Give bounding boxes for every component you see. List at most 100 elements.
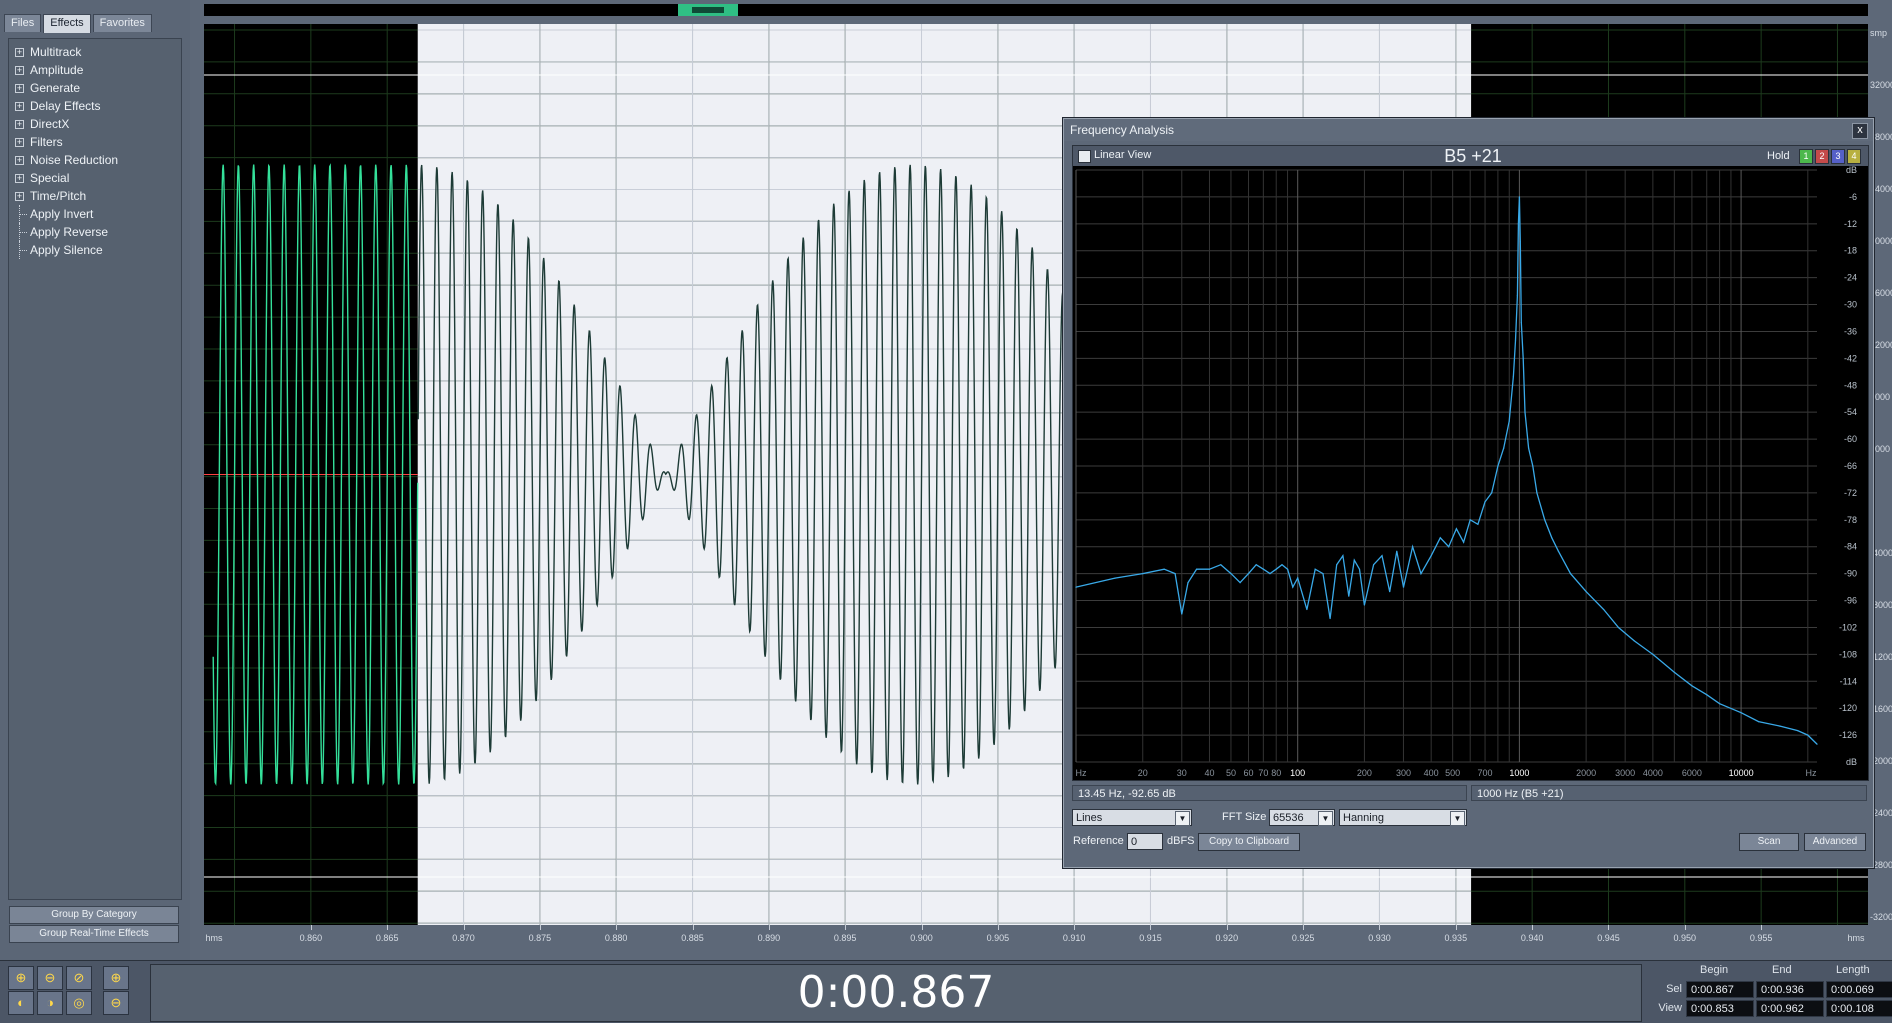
db-tick-label: -30 bbox=[1844, 300, 1857, 310]
expand-icon[interactable]: + bbox=[15, 156, 24, 165]
scan-button[interactable]: Scan bbox=[1739, 833, 1799, 851]
tab-favorites[interactable]: Favorites bbox=[92, 14, 152, 32]
tree-item-special[interactable]: + Special bbox=[9, 169, 181, 187]
spectrum-point bbox=[1633, 640, 1635, 642]
db-tick-label: -72 bbox=[1844, 488, 1857, 498]
spectrum-point bbox=[1208, 568, 1211, 570]
group-by-category-button[interactable]: Group By Category bbox=[9, 906, 179, 924]
spectrum-point bbox=[1314, 568, 1316, 570]
tree-item-apply-invert[interactable]: Apply Invert bbox=[9, 205, 181, 223]
tree-item-multitrack[interactable]: + Multitrack bbox=[9, 43, 181, 61]
spectrum-point bbox=[1389, 591, 1391, 593]
hold-button-2[interactable]: 2 bbox=[1815, 149, 1829, 164]
tree-item-generate[interactable]: + Generate bbox=[9, 79, 181, 97]
tree-item-amplitude[interactable]: + Amplitude bbox=[9, 61, 181, 79]
hz-tick-label: 30 bbox=[1177, 768, 1187, 778]
expand-icon[interactable]: + bbox=[15, 120, 24, 129]
spectrum-chart[interactable]: dB -6 -12 -18 -24 -30 -36 -42 -48 -54 -60 -66 -72 -78… bbox=[1073, 166, 1868, 780]
tree-item-apply-silence[interactable]: Apply Silence bbox=[9, 241, 181, 259]
spectrum-panel: Linear View B5 +21 Hold 1 2 3 4 dB -6 -12 -… bbox=[1072, 145, 1869, 781]
hold-button-4[interactable]: 4 bbox=[1847, 149, 1861, 164]
expand-icon[interactable]: + bbox=[15, 138, 24, 147]
tab-effects[interactable]: Effects bbox=[43, 14, 91, 33]
hz-tick-label: 70 bbox=[1258, 768, 1268, 778]
time-tick-mark bbox=[1303, 925, 1305, 930]
copy-to-clipboard-button[interactable]: Copy to Clipboard bbox=[1198, 833, 1300, 851]
zoom-full-icon[interactable]: ⊘ bbox=[66, 966, 92, 990]
spectrum-point bbox=[1255, 564, 1257, 566]
tree-item-directx[interactable]: + DirectX bbox=[9, 115, 181, 133]
tree-item-filters[interactable]: + Filters bbox=[9, 133, 181, 151]
spectrum-point bbox=[1569, 573, 1572, 575]
expand-icon[interactable]: + bbox=[15, 192, 24, 201]
hz-tick-label: 20 bbox=[1138, 768, 1148, 778]
time-ruler[interactable]: hms 0.860 0.865 0.870 0.875 0.880 0.885 0.890 0.… bbox=[204, 925, 1868, 945]
fft-size-value: 65536 bbox=[1273, 812, 1304, 824]
chevron-down-icon[interactable]: ▼ bbox=[1175, 811, 1190, 826]
time-tick-mark bbox=[1226, 925, 1228, 930]
overview-view-thumb[interactable] bbox=[678, 4, 738, 16]
tab-files[interactable]: Files bbox=[4, 14, 42, 32]
linear-view-checkbox[interactable] bbox=[1078, 150, 1091, 163]
db-tick-label: -84 bbox=[1844, 542, 1857, 552]
zoom-to-left-icon[interactable]: ◐ bbox=[8, 991, 34, 1015]
expand-icon[interactable]: + bbox=[15, 102, 24, 111]
zoom-in-icon[interactable]: ⊕ bbox=[8, 966, 34, 990]
tree-item-apply-reverse[interactable]: Apply Reverse bbox=[9, 223, 181, 241]
zoom-to-right-icon[interactable]: ◑ bbox=[37, 991, 63, 1015]
expand-icon[interactable]: + bbox=[15, 48, 24, 57]
spectrum-point bbox=[1508, 420, 1510, 422]
zoom-in-vertical-icon[interactable]: ⊕ bbox=[103, 966, 129, 990]
spectrum-point bbox=[1491, 492, 1493, 494]
db-tick-label: -36 bbox=[1844, 326, 1857, 336]
window-function-select[interactable]: Hanning ▼ bbox=[1339, 809, 1467, 826]
expand-icon[interactable]: + bbox=[15, 66, 24, 75]
sel-end-field[interactable]: 0:00.936 bbox=[1756, 981, 1824, 998]
overview-bar[interactable] bbox=[204, 4, 1868, 16]
spectrum-point bbox=[1412, 546, 1414, 548]
zoom-selection-icon[interactable]: ◎ bbox=[66, 991, 92, 1015]
tree-item-delay-effects[interactable]: + Delay Effects bbox=[9, 97, 181, 115]
spectrum-point bbox=[1306, 608, 1308, 611]
tree-item-noise-reduction[interactable]: + Noise Reduction bbox=[9, 151, 181, 169]
chevron-down-icon[interactable]: ▼ bbox=[1450, 811, 1465, 826]
time-tick-mark bbox=[845, 925, 847, 930]
view-begin-field[interactable]: 0:00.853 bbox=[1686, 1000, 1754, 1017]
close-icon[interactable]: x bbox=[1852, 123, 1868, 139]
sel-begin-field[interactable]: 0:00.867 bbox=[1686, 981, 1754, 998]
frequency-analysis-titlebar[interactable]: Frequency Analysis x bbox=[1064, 119, 1873, 141]
db-tick-label: -60 bbox=[1844, 434, 1857, 444]
time-unit-label: hms bbox=[205, 933, 223, 943]
zoom-out-icon[interactable]: ⊖ bbox=[37, 966, 63, 990]
hz-tick-label: 200 bbox=[1357, 768, 1372, 778]
view-label: View bbox=[1658, 1002, 1682, 1014]
advanced-button[interactable]: Advanced bbox=[1804, 833, 1866, 851]
group-realtime-effects-button[interactable]: Group Real-Time Effects bbox=[9, 925, 179, 943]
sel-length-field[interactable]: 0:00.069 bbox=[1826, 981, 1892, 998]
zoom-out-vertical-icon[interactable]: ⊖ bbox=[103, 991, 129, 1015]
tree-item-time-pitch[interactable]: + Time/Pitch bbox=[9, 187, 181, 205]
tree-item-label: Delay Effects bbox=[30, 99, 101, 113]
view-length-field[interactable]: 0:00.108 bbox=[1826, 1000, 1892, 1017]
spectrum-point bbox=[1396, 550, 1398, 552]
reference-input[interactable]: 0 bbox=[1127, 833, 1163, 850]
hz-tick-label: 1000 bbox=[1509, 768, 1529, 778]
fft-size-select[interactable]: 65536 ▼ bbox=[1269, 809, 1335, 826]
chevron-down-icon[interactable]: ▼ bbox=[1318, 811, 1333, 826]
time-tick-mark bbox=[692, 925, 694, 930]
spectrum-point bbox=[1497, 465, 1499, 467]
hz-tick-label: 4000 bbox=[1643, 768, 1663, 778]
view-end-field[interactable]: 0:00.962 bbox=[1756, 1000, 1824, 1017]
graph-type-select[interactable]: Lines ▼ bbox=[1072, 809, 1192, 826]
hz-tick-label: 40 bbox=[1204, 768, 1214, 778]
expand-icon[interactable]: + bbox=[15, 174, 24, 183]
hz-tick-label: 500 bbox=[1445, 768, 1460, 778]
hold-button-3[interactable]: 3 bbox=[1831, 149, 1845, 164]
expand-icon[interactable]: + bbox=[15, 84, 24, 93]
time-tick-label: 0.950 bbox=[1673, 933, 1697, 943]
time-tick-label: 0.870 bbox=[452, 933, 475, 943]
spectrum-point bbox=[1463, 541, 1465, 543]
hz-tick-label: 60 bbox=[1244, 768, 1254, 778]
hold-button-1[interactable]: 1 bbox=[1799, 149, 1813, 164]
time-tick-mark bbox=[768, 925, 770, 930]
